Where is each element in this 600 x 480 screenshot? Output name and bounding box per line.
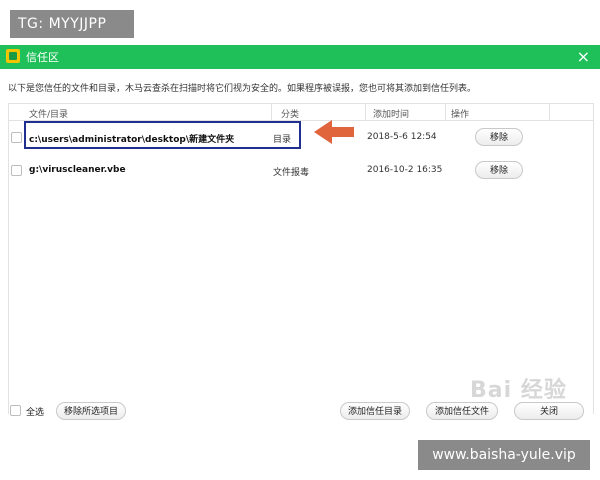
description-text: 以下是您信任的文件和目录，木马云查杀在扫描时将它们视为安全的。如果程序被误报，您… (8, 84, 477, 94)
column-divider[interactable] (271, 104, 272, 120)
row-added-time: 2018-5-6 12:54 (367, 132, 437, 142)
header-action: 操作 (451, 110, 470, 120)
shield-app-icon (6, 49, 20, 63)
column-divider[interactable] (549, 104, 550, 120)
close-button[interactable]: 关闭 (514, 402, 584, 420)
column-divider[interactable] (365, 104, 366, 120)
row-category: 文件报毒 (273, 168, 310, 178)
row-checkbox[interactable] (11, 132, 22, 143)
header-category: 分类 (281, 110, 300, 120)
select-all-checkbox[interactable] (10, 405, 21, 416)
row-added-time: 2016-10-2 16:35 (367, 165, 443, 175)
add-trust-dir-button[interactable]: 添加信任目录 (340, 402, 410, 420)
tg-overlay-badge: TG: MYYJJPP (10, 10, 134, 38)
remove-button[interactable]: 移除 (475, 161, 523, 179)
remove-button[interactable]: 移除 (475, 128, 523, 146)
pointer-arrow-icon (314, 120, 354, 144)
column-divider[interactable] (445, 104, 446, 120)
row-checkbox[interactable] (11, 165, 22, 176)
trust-table: 文件/目录 分类 添加时间 操作 c:\users\administrator\… (8, 103, 594, 414)
row-path: g:\viruscleaner.vbe (29, 165, 126, 175)
table-row: g:\viruscleaner.vbe 文件报毒 2016-10-2 16:35… (9, 157, 593, 183)
window-title: 信任区 (26, 51, 59, 64)
url-overlay-badge: www.baisha-yule.vip (418, 440, 590, 470)
title-bar: 信任区 × (0, 45, 600, 69)
select-all-label: 全选 (26, 408, 45, 418)
header-added-time: 添加时间 (373, 110, 410, 120)
close-icon[interactable]: × (577, 47, 590, 66)
table-header: 文件/目录 分类 添加时间 操作 (9, 104, 593, 121)
highlight-frame (24, 121, 301, 149)
header-path: 文件/目录 (29, 110, 69, 120)
remove-selected-button[interactable]: 移除所选项目 (56, 402, 126, 420)
add-trust-file-button[interactable]: 添加信任文件 (426, 402, 498, 420)
baidu-watermark: Bai 经验 (470, 378, 567, 403)
